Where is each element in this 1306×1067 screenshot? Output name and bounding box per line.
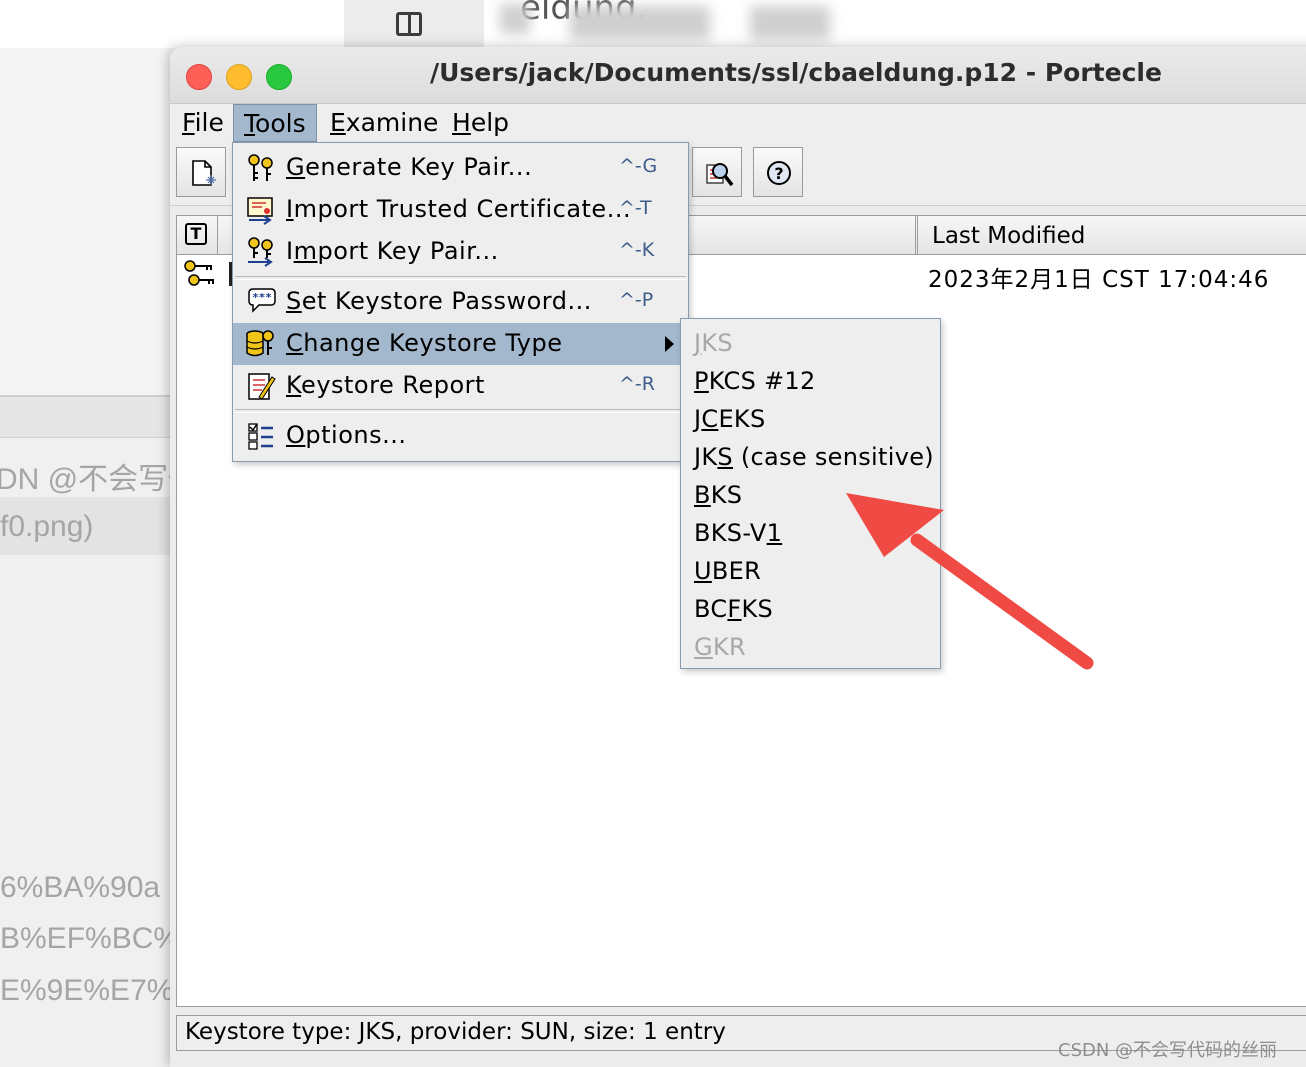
watermark: CSDN @不会写代码的丝丽: [1058, 1040, 1278, 1061]
annotation-arrow-icon: [846, 493, 1094, 670]
